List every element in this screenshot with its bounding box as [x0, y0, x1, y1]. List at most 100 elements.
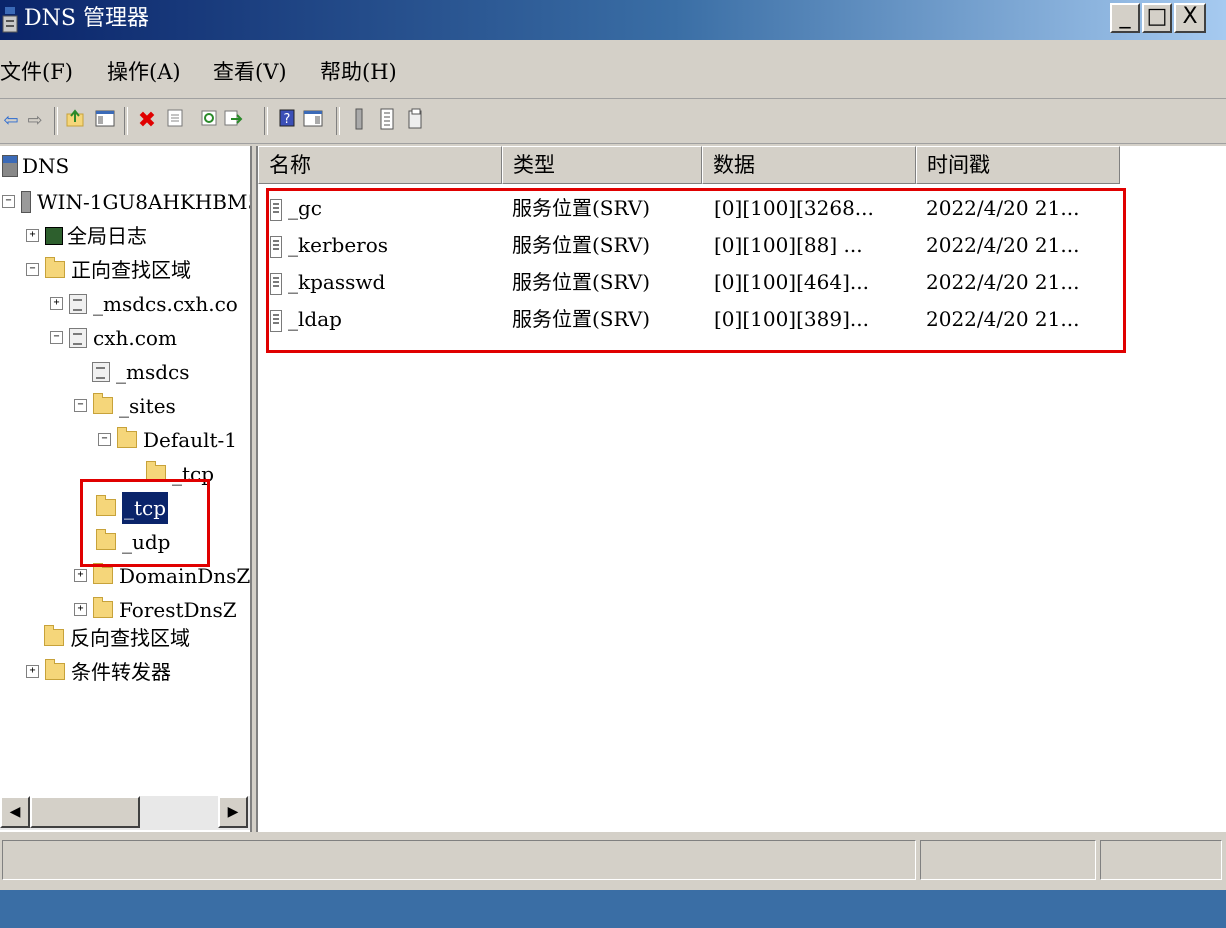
new-record-icon[interactable]	[376, 108, 398, 134]
collapse-toggle[interactable]: −	[26, 263, 39, 276]
scroll-left-button[interactable]: ◀	[0, 796, 30, 828]
status-panel-2	[920, 840, 1096, 880]
expand-toggle[interactable]: +	[26, 229, 39, 242]
tree-node-sites[interactable]: − _sites	[74, 388, 176, 420]
show-hide-console-tree-icon[interactable]	[94, 108, 116, 134]
tree-horizontal-scrollbar[interactable]: ◀ ▶	[0, 796, 250, 830]
folder-icon	[96, 495, 116, 516]
table-row[interactable]: _ldap 服务位置(SRV) [0][100][389]... 2022/4/…	[258, 301, 1118, 338]
collapse-toggle[interactable]: −	[50, 331, 63, 344]
column-header-type[interactable]: 类型	[502, 146, 702, 184]
table-row[interactable]: _kpasswd 服务位置(SRV) [0][100][464]... 2022…	[258, 264, 1118, 301]
menu-help[interactable]: 帮助(H)	[320, 56, 397, 86]
record-name: _gc	[288, 196, 323, 220]
record-type: 服务位置(SRV)	[512, 196, 651, 220]
back-arrow-icon[interactable]: ⇦	[0, 108, 22, 134]
folder-icon	[45, 257, 65, 278]
status-bar	[0, 838, 1226, 884]
dns-manager-window: DNS 管理器 _ □ X 文件(F) 操作(A) 查看(V) 帮助(H) ⇦ …	[0, 0, 1226, 890]
folder-icon	[96, 529, 116, 550]
record-timestamp: 2022/4/20 21...	[926, 270, 1080, 294]
tree-node-udp[interactable]: _udp	[96, 524, 171, 556]
tree-node-tcp-selected[interactable]: _tcp	[96, 490, 169, 524]
tree-node-conditional-forwarders[interactable]: + 条件转发器	[26, 654, 171, 686]
menu-action[interactable]: 操作(A)	[107, 56, 181, 86]
srv-record-icon	[270, 273, 282, 295]
details-pane: 名称 类型 数据 时间戳 _gc 服务位置(SRV) [0][100][3268…	[256, 146, 1226, 832]
folder-icon	[93, 597, 113, 618]
collapse-toggle[interactable]: −	[74, 399, 87, 412]
toolbar-separator	[54, 107, 58, 135]
tree-node-domain-dns-zones[interactable]: + DomainDnsZ	[74, 558, 250, 590]
record-name: _kerberos	[288, 233, 389, 257]
help-icon[interactable]: ?	[276, 108, 298, 134]
minimize-button[interactable]: _	[1110, 3, 1140, 33]
delegation-icon	[92, 361, 110, 382]
forward-arrow-icon[interactable]: ⇨	[24, 108, 46, 134]
expand-toggle[interactable]: +	[74, 603, 87, 616]
up-folder-icon[interactable]	[64, 108, 86, 134]
folder-icon	[146, 461, 166, 482]
tree-node-reverse-lookup-zones[interactable]: 反向查找区域	[44, 620, 190, 652]
record-timestamp: 2022/4/20 21...	[926, 233, 1080, 257]
window-title: DNS 管理器	[24, 6, 149, 31]
column-header-name[interactable]: 名称	[258, 146, 502, 184]
event-log-icon	[45, 226, 63, 245]
tree-node-site-tcp[interactable]: _tcp	[146, 456, 214, 488]
tree-node-default-site[interactable]: − Default-1	[98, 422, 237, 454]
tree-node-server[interactable]: − WIN-1GU8AHKHBM5	[2, 184, 250, 216]
collapse-toggle[interactable]: −	[2, 195, 15, 208]
srv-record-icon	[270, 199, 282, 221]
maximize-button[interactable]: □	[1142, 3, 1172, 33]
folder-icon	[45, 659, 65, 680]
toolbar: ⇦ ⇨ ✖ ?	[0, 99, 1226, 144]
dns-manager-app-icon	[2, 7, 20, 33]
table-row[interactable]: _kerberos 服务位置(SRV) [0][100][88] ... 202…	[258, 227, 1118, 264]
tree-node-cxh-zone[interactable]: − cxh.com	[50, 320, 177, 352]
tree-node-forward-lookup-zones[interactable]: − 正向查找区域	[26, 252, 191, 284]
status-panel-3	[1100, 840, 1222, 880]
zone-icon	[69, 327, 87, 348]
folder-icon	[44, 625, 64, 646]
new-domain-icon[interactable]	[404, 108, 426, 134]
close-button[interactable]: X	[1174, 3, 1206, 33]
table-row[interactable]: _gc 服务位置(SRV) [0][100][3268... 2022/4/20…	[258, 190, 1118, 227]
record-data: [0][100][464]...	[714, 270, 869, 294]
srv-record-icon	[270, 310, 282, 332]
menu-view[interactable]: 查看(V)	[213, 56, 287, 86]
record-timestamp: 2022/4/20 21...	[926, 196, 1080, 220]
tree-node-msdcs-zone[interactable]: + _msdcs.cxh.co	[50, 286, 238, 318]
column-header-timestamp[interactable]: 时间戳	[916, 146, 1120, 184]
column-header-data[interactable]: 数据	[702, 146, 916, 184]
record-name: _ldap	[288, 307, 342, 331]
delete-icon[interactable]: ✖	[136, 108, 158, 134]
properties-icon[interactable]	[164, 108, 186, 134]
scroll-right-button[interactable]: ▶	[218, 796, 248, 828]
tree-node-dns-root[interactable]: DNS	[2, 148, 69, 180]
record-data: [0][100][88] ...	[714, 233, 863, 257]
collapse-toggle[interactable]: −	[98, 433, 111, 446]
tree-node-global-logs[interactable]: + 全局日志	[26, 218, 147, 250]
menu-file[interactable]: 文件(F)	[0, 56, 73, 86]
expand-toggle[interactable]: +	[50, 297, 63, 310]
srv-record-icon	[270, 236, 282, 258]
server-icon	[21, 190, 31, 213]
title-bar[interactable]: DNS 管理器 _ □ X	[0, 0, 1226, 40]
new-server-icon[interactable]	[348, 108, 370, 134]
zone-icon	[69, 293, 87, 314]
toolbar-separator	[124, 107, 128, 135]
show-action-pane-icon[interactable]	[302, 108, 324, 134]
refresh-icon[interactable]	[198, 108, 220, 134]
console-tree: DNS − WIN-1GU8AHKHBM5 + 全局日志 − 正向查找区域 + _msd…	[0, 146, 252, 832]
export-list-icon[interactable]	[222, 108, 244, 134]
record-type: 服务位置(SRV)	[512, 233, 651, 257]
toolbar-separator	[336, 107, 340, 135]
folder-icon	[93, 563, 113, 584]
expand-toggle[interactable]: +	[74, 569, 87, 582]
menu-bar: 文件(F) 操作(A) 查看(V) 帮助(H)	[0, 42, 1226, 99]
record-data: [0][100][389]...	[714, 307, 869, 331]
folder-icon	[117, 427, 137, 448]
tree-node-msdcs-delegation[interactable]: _msdcs	[92, 354, 190, 386]
scroll-thumb[interactable]	[30, 796, 140, 828]
expand-toggle[interactable]: +	[26, 665, 39, 678]
